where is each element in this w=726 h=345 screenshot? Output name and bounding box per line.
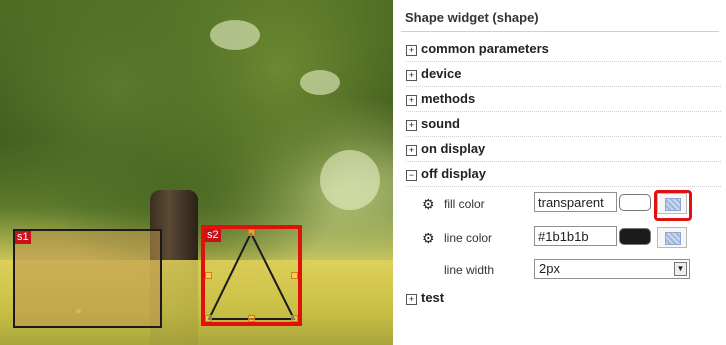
sky-patch [320, 150, 380, 210]
section-label: on display [421, 141, 486, 156]
prop-label: fill color [444, 197, 485, 211]
section-label: sound [421, 116, 460, 131]
line-color-texture-button[interactable] [657, 227, 687, 248]
section-test[interactable]: + test [406, 286, 721, 310]
prop-line-width: line width 2px ▼ [422, 257, 722, 285]
expand-icon[interactable]: + [406, 95, 417, 106]
section-label: common parameters [421, 41, 549, 56]
panel-title: Shape widget (shape) [405, 10, 539, 25]
line-color-swatch[interactable] [619, 228, 651, 245]
gear-icon[interactable]: ⚙ [422, 230, 435, 247]
prop-label: line width [444, 263, 495, 277]
shape-s2-selected[interactable]: s2 [201, 225, 302, 326]
section-label: test [421, 290, 445, 305]
expand-icon[interactable]: + [406, 145, 417, 156]
prop-label: line color [444, 231, 493, 245]
design-canvas[interactable]: s1 s2 [0, 0, 393, 345]
fill-color-input[interactable] [534, 192, 617, 212]
section-sound[interactable]: + sound [406, 112, 721, 137]
shape-s2-outline [207, 232, 296, 320]
section-device[interactable]: + device [406, 62, 721, 87]
sky-patch [300, 70, 340, 95]
section-common-parameters[interactable]: + common parameters [406, 37, 721, 62]
section-off-display[interactable]: − off display [406, 162, 721, 187]
shape-label: s1 [15, 231, 31, 244]
texture-icon [665, 232, 681, 245]
divider [401, 31, 719, 32]
fill-color-swatch[interactable] [619, 194, 651, 211]
shape-s1[interactable]: s1 [13, 229, 162, 328]
resize-handle-top[interactable] [248, 229, 255, 236]
line-color-input[interactable] [534, 226, 617, 246]
resize-handle-bottom[interactable] [248, 315, 255, 322]
select-value: 2px [539, 261, 560, 276]
resize-handle-left[interactable] [205, 272, 212, 279]
resize-handle-bottom-left[interactable] [205, 315, 212, 322]
expand-icon[interactable]: + [406, 70, 417, 81]
expand-icon[interactable]: + [406, 120, 417, 131]
expand-icon[interactable]: + [406, 45, 417, 56]
prop-fill-color: ⚙ fill color [422, 190, 722, 221]
highlight-box [654, 190, 692, 221]
gear-icon[interactable]: ⚙ [422, 196, 435, 213]
expand-icon[interactable]: + [406, 294, 417, 305]
line-width-select[interactable]: 2px ▼ [534, 259, 690, 279]
resize-handle-right[interactable] [291, 272, 298, 279]
sky-patch [210, 20, 260, 50]
section-label: device [421, 66, 462, 81]
section-label: off display [421, 166, 487, 181]
section-on-display[interactable]: + on display [406, 137, 721, 162]
prop-line-color: ⚙ line color [422, 225, 722, 253]
chevron-down-icon[interactable]: ▼ [674, 262, 687, 276]
section-label: methods [421, 91, 476, 106]
fill-color-texture-button[interactable] [654, 190, 692, 221]
collapse-icon[interactable]: − [406, 170, 417, 181]
shape-label: s2 [205, 229, 221, 242]
property-panel: Shape widget (shape) + common parameters … [396, 0, 726, 345]
section-methods[interactable]: + methods [406, 87, 721, 112]
resize-handle-bottom-right[interactable] [291, 315, 298, 322]
